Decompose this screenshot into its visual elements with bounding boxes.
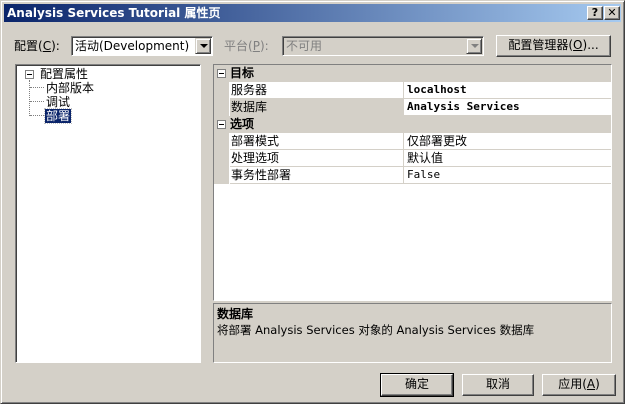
cancel-button[interactable]: 取消 [462, 374, 534, 396]
chevron-down-icon [466, 38, 482, 54]
property-row-transactional-deployment[interactable]: 事务性部署 False [214, 167, 611, 184]
config-tree[interactable]: 配置属性 内部版本 调试 部署 [15, 64, 201, 363]
category-target[interactable]: 目标 [214, 65, 611, 82]
ok-button[interactable]: 确定 [380, 373, 454, 397]
property-value[interactable]: localhost [404, 82, 611, 99]
property-value[interactable]: 默认值 [404, 150, 611, 167]
tree-item-deploy[interactable]: 部署 [43, 108, 73, 124]
property-name: 事务性部署 [230, 167, 404, 184]
property-row-processing-option[interactable]: 处理选项 默认值 [214, 150, 611, 167]
help-button[interactable]: ? [587, 6, 603, 20]
tree-connector-line [30, 87, 44, 88]
property-value[interactable]: 仅部署更改 [404, 133, 611, 150]
property-name: 数据库 [230, 99, 404, 116]
title-bar[interactable]: Analysis Services Tutorial 属性页 ? ✕ [4, 4, 621, 22]
apply-button[interactable]: 应用(A) [542, 374, 616, 396]
tree-connector-line [29, 80, 30, 116]
collapse-icon[interactable] [25, 70, 34, 79]
property-grid[interactable]: 目标 服务器 localhost 数据库 Analysis Services 选… [213, 64, 612, 301]
collapse-icon[interactable] [217, 120, 226, 129]
config-label: 配置(C): [14, 39, 60, 53]
tree-item-build[interactable]: 内部版本 [46, 81, 94, 95]
property-name: 处理选项 [230, 150, 404, 167]
property-value[interactable]: Analysis Services [404, 99, 611, 116]
property-row-database[interactable]: 数据库 Analysis Services [214, 99, 611, 116]
platform-dropdown-value: 不可用 [286, 39, 323, 53]
property-name: 部署模式 [230, 133, 404, 150]
tree-item-debug[interactable]: 调试 [46, 95, 70, 109]
property-row-server[interactable]: 服务器 localhost [214, 82, 611, 99]
config-manager-button[interactable]: 配置管理器(O)... [496, 35, 611, 57]
property-value[interactable]: False [404, 167, 611, 184]
property-row-deployment-mode[interactable]: 部署模式 仅部署更改 [214, 133, 611, 150]
property-pages-dialog: Analysis Services Tutorial 属性页 ? ✕ 配置(C)… [0, 0, 625, 404]
config-dropdown-value: 活动(Development) [75, 39, 190, 53]
category-options[interactable]: 选项 [214, 116, 611, 133]
close-button[interactable]: ✕ [604, 6, 620, 20]
config-dropdown[interactable]: 活动(Development) [71, 36, 213, 56]
description-title: 数据库 [217, 307, 254, 321]
tree-connector-line [30, 115, 44, 116]
tree-connector-line [30, 101, 44, 102]
platform-dropdown: 不可用 [282, 36, 484, 56]
property-name: 服务器 [230, 82, 404, 99]
tree-root-config-properties[interactable]: 配置属性 [40, 67, 88, 81]
description-body: 将部署 Analysis Services 对象的 Analysis Servi… [217, 323, 535, 337]
category-label: 目标 [230, 66, 255, 80]
description-panel: 数据库 将部署 Analysis Services 对象的 Analysis S… [213, 303, 612, 363]
chevron-down-icon[interactable] [195, 38, 211, 54]
window-title: Analysis Services Tutorial 属性页 [7, 6, 221, 20]
collapse-icon[interactable] [217, 69, 226, 78]
platform-label: 平台(P): [224, 39, 269, 53]
category-label: 选项 [230, 117, 255, 131]
